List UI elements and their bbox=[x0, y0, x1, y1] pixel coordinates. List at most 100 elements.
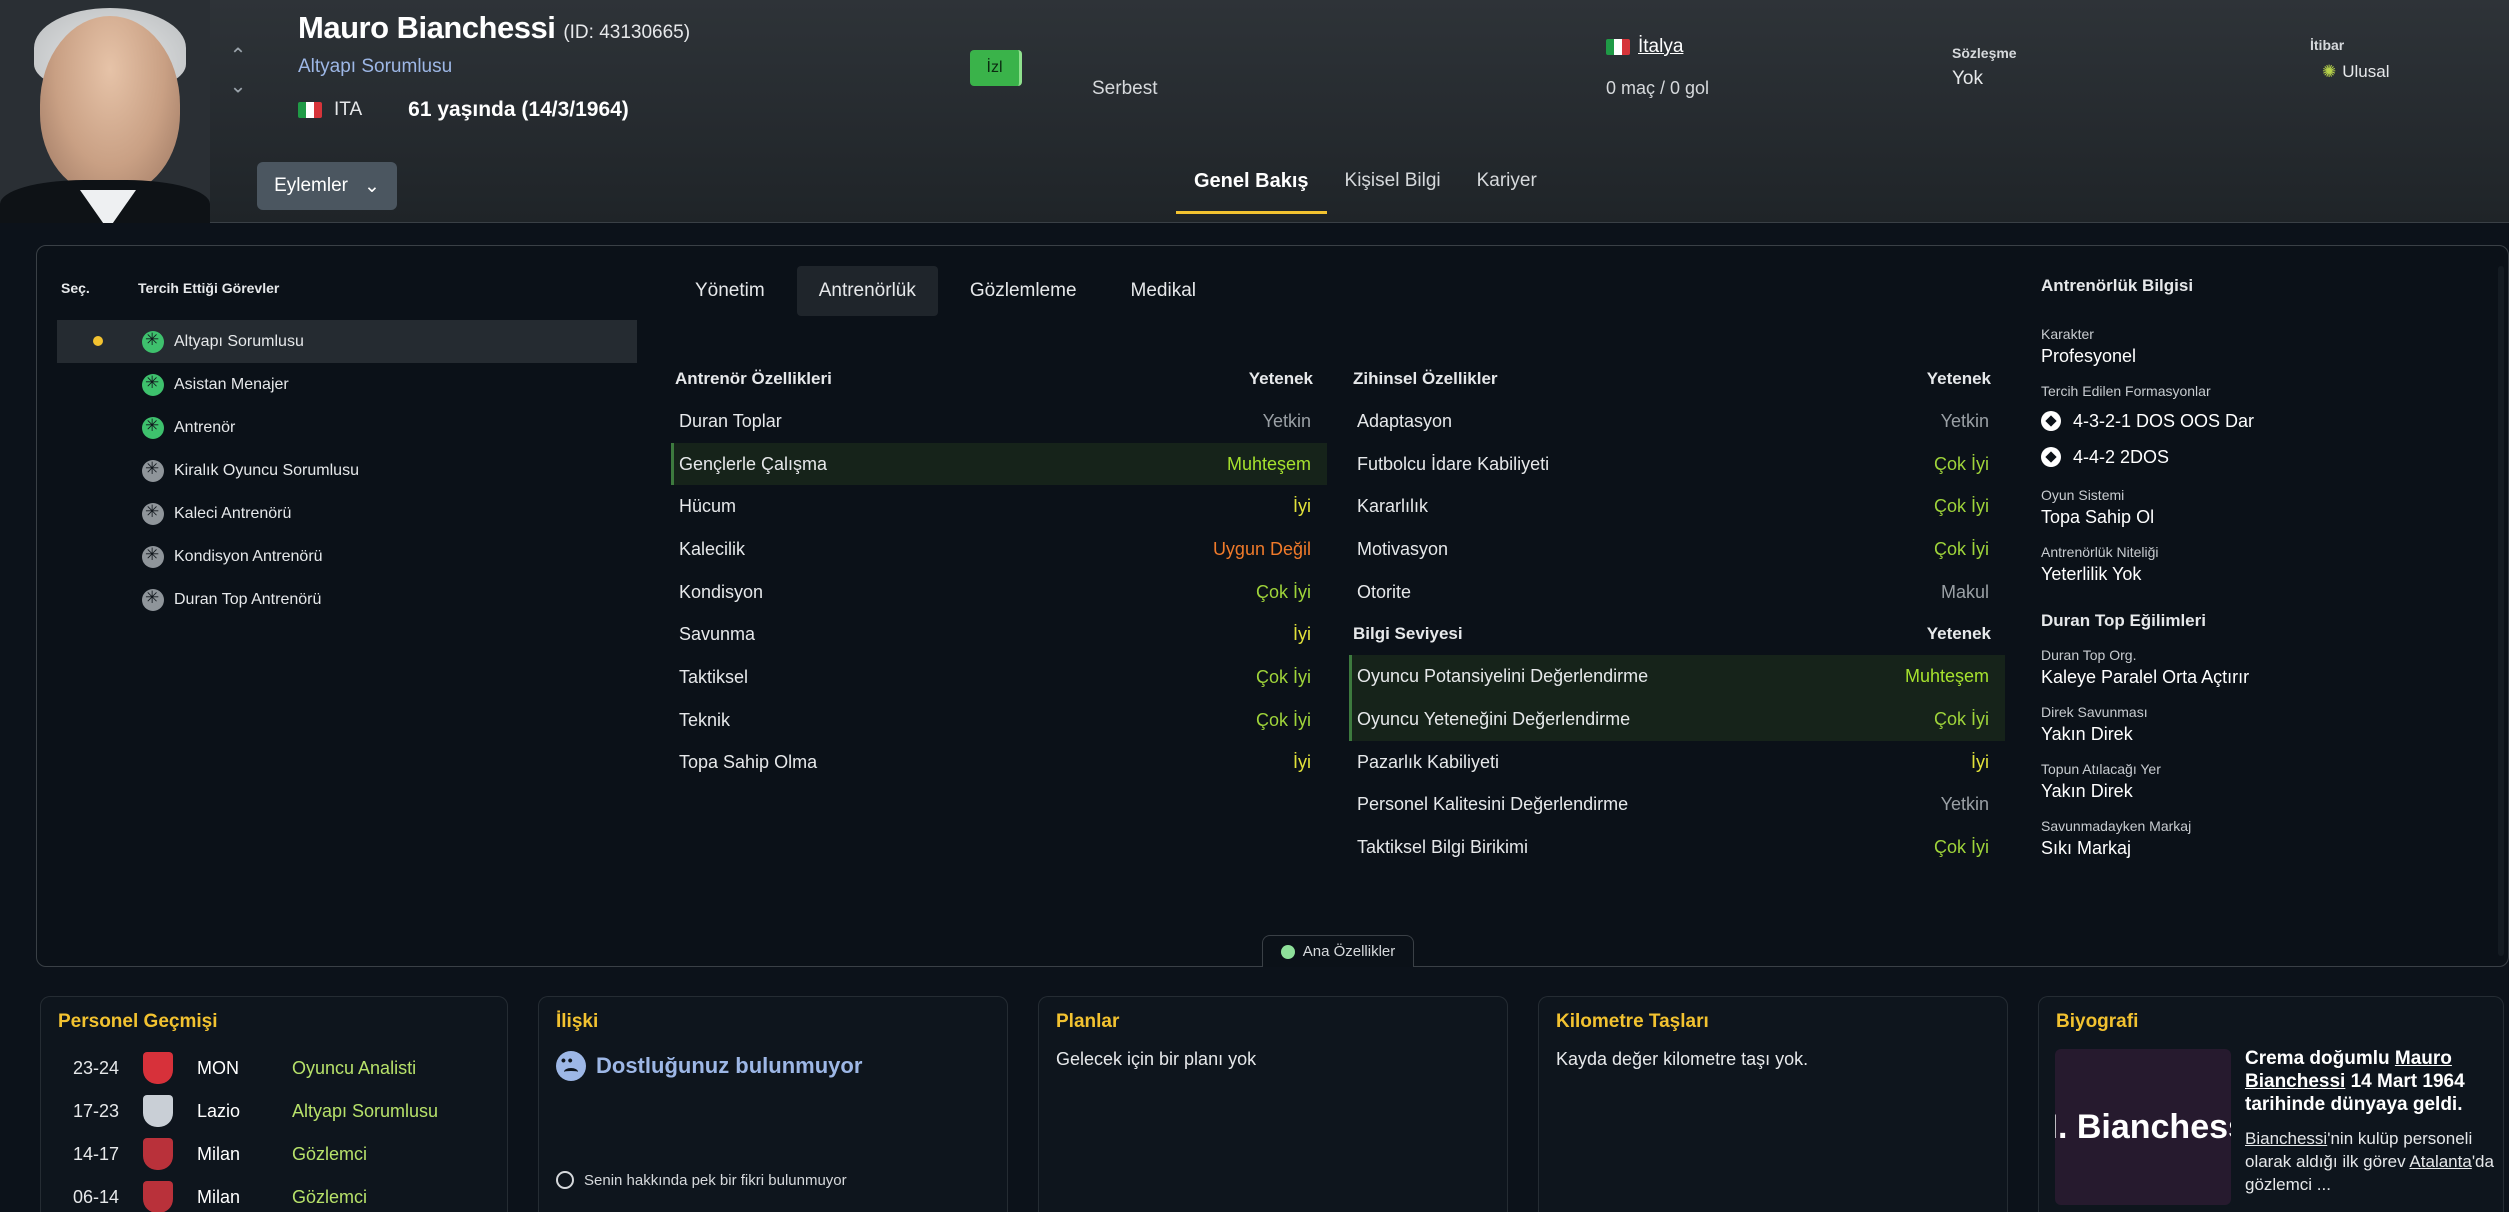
attribute-label: Savunma bbox=[679, 624, 756, 645]
biography-body: Bianchessi'nin kulüp personeli olarak al… bbox=[2245, 1129, 2494, 1194]
attribute-label: Oyuncu Potansiyelini Değerlendirme bbox=[1357, 666, 1649, 687]
attribute-row[interactable]: Kalecilik Uygun Değil bbox=[671, 528, 1327, 571]
relationship-title[interactable]: İlişki bbox=[556, 1011, 598, 1033]
attribute-label: Hücum bbox=[679, 496, 737, 517]
subtab-management[interactable]: Yönetim bbox=[673, 266, 787, 316]
chevron-up-icon[interactable]: ⌃ bbox=[228, 40, 248, 70]
biography-title[interactable]: Biyografi bbox=[2056, 1011, 2138, 1033]
formation-item[interactable]: 4-3-2-1 DOS OOS Dar bbox=[2041, 407, 2481, 435]
staff-id: (ID: 43130665) bbox=[563, 22, 691, 43]
staff-role-link[interactable]: Altyapı Sorumlusu bbox=[298, 56, 452, 78]
duty-role-icon bbox=[142, 502, 164, 525]
duty-role-icon bbox=[142, 459, 164, 482]
reputation-label: İtibar bbox=[2310, 37, 2345, 53]
play-system-value: Topa Sahip Ol bbox=[2041, 507, 2155, 527]
italy-flag-icon bbox=[1606, 39, 1630, 55]
history-role: Oyuncu Analisti bbox=[292, 1057, 417, 1078]
attribute-row[interactable]: Gençlerle Çalışma Muhteşem bbox=[671, 442, 1327, 486]
history-years: 17-23 bbox=[73, 1100, 120, 1121]
italy-flag-icon bbox=[298, 102, 322, 118]
duties-list: Altyapı Sorumlusu Asistan Menajer Antrenör… bbox=[57, 320, 637, 621]
attribute-row[interactable]: Taktiksel Bilgi Birikimi Çok İyi bbox=[1349, 826, 2005, 869]
attribute-row[interactable]: Kararlılık Çok İyi bbox=[1349, 485, 2005, 528]
key-attributes-icon bbox=[1280, 944, 1295, 959]
history-years: 14-17 bbox=[73, 1143, 120, 1164]
actions-button[interactable]: Eylemler ⌄ bbox=[257, 162, 397, 210]
attribute-row[interactable]: Kondisyon Çok İyi bbox=[671, 571, 1327, 614]
club-link[interactable]: Atalanta bbox=[2409, 1152, 2471, 1171]
history-club[interactable]: Lazio bbox=[197, 1101, 292, 1122]
attribute-row[interactable]: Topa Sahip Olma İyi bbox=[671, 742, 1327, 785]
history-club[interactable]: MON bbox=[197, 1058, 292, 1079]
milestones-text: Kayda değer kilometre taşı yok. bbox=[1556, 1049, 1809, 1069]
duty-label: Altyapı Sorumlusu bbox=[174, 332, 304, 350]
duty-row[interactable]: Kondisyon Antrenörü bbox=[57, 535, 637, 578]
plans-title[interactable]: Planlar bbox=[1056, 1011, 1119, 1033]
country-name: İtalya bbox=[1638, 36, 1684, 57]
setpiece-title: Duran Top Eğilimleri bbox=[2041, 611, 2206, 630]
attribute-label: Futbolcu İdare Kabiliyeti bbox=[1357, 453, 1550, 474]
duty-row[interactable]: Antrenör bbox=[57, 406, 637, 449]
plans-card: Planlar Gelecek için bir planı yok bbox=[1038, 996, 1508, 1212]
setpiece-label: Topun Atılacağı Yer bbox=[2041, 761, 2161, 777]
attribute-row[interactable]: Oyuncu Potansiyelini Değerlendirme Muhteş… bbox=[1349, 655, 2005, 699]
biography-card: Biyografi M. Bianchessi Crema doğumlu Ma… bbox=[2038, 996, 2504, 1212]
attribute-row[interactable]: Futbolcu İdare Kabiliyeti Çok İyi bbox=[1349, 443, 2005, 486]
duty-row[interactable]: Kaleci Antrenörü bbox=[57, 492, 637, 535]
tab-overview[interactable]: Genel Bakış bbox=[1176, 160, 1327, 214]
duty-role-icon bbox=[142, 588, 164, 611]
employment-status: Serbest bbox=[1092, 78, 1158, 99]
attribute-row[interactable]: Otorite Makul bbox=[1349, 571, 2005, 614]
select-dot[interactable] bbox=[57, 333, 129, 351]
attribute-label: Taktiksel Bilgi Birikimi bbox=[1357, 837, 1529, 858]
attribute-row[interactable]: Oyuncu Yeteneğini Değerlendirme Çok İyi bbox=[1349, 698, 2005, 741]
plans-text: Gelecek için bir planı yok bbox=[1056, 1049, 1257, 1069]
duty-row[interactable]: Altyapı Sorumlusu bbox=[57, 320, 637, 363]
country-link[interactable]: İtalya bbox=[1606, 36, 1683, 58]
attribute-row[interactable]: Motivasyon Çok İyi bbox=[1349, 528, 2005, 571]
attribute-row[interactable]: Savunma İyi bbox=[671, 613, 1327, 656]
attribute-row[interactable]: Taktiksel Çok İyi bbox=[671, 656, 1327, 699]
club-crest-icon bbox=[143, 1138, 173, 1170]
duty-row[interactable]: Duran Top Antrenörü bbox=[57, 578, 637, 621]
tab-career[interactable]: Kariyer bbox=[1459, 160, 1555, 214]
attribute-row[interactable]: Pazarlık Kabiliyeti İyi bbox=[1349, 741, 2005, 784]
milestones-title[interactable]: Kilometre Taşları bbox=[1556, 1011, 1709, 1033]
info-scrollbar[interactable] bbox=[2498, 266, 2504, 956]
history-row[interactable]: 17-23 Lazio Altyapı Sorumlusu bbox=[73, 1095, 438, 1127]
attribute-row[interactable]: Teknik Çok İyi bbox=[671, 699, 1327, 742]
attribute-value: Çok İyi bbox=[1255, 709, 1311, 730]
history-row[interactable]: 23-24 MON Oyuncu Analisti bbox=[73, 1052, 417, 1084]
staff-name-link[interactable]: Bianchessi bbox=[2245, 1129, 2327, 1148]
history-club[interactable]: Milan bbox=[197, 1144, 292, 1165]
history-club[interactable]: Milan bbox=[197, 1187, 292, 1208]
follow-button[interactable]: İzl bbox=[970, 50, 1022, 86]
formation-item[interactable]: 4-4-2 2DOS bbox=[2041, 443, 2481, 471]
attribute-label: Taktiksel bbox=[679, 666, 749, 687]
subtab-medical[interactable]: Medikal bbox=[1109, 266, 1218, 316]
attribute-row[interactable]: Adaptasyon Yetkin bbox=[1349, 400, 2005, 443]
attribute-row[interactable]: Hücum İyi bbox=[671, 485, 1327, 528]
setpiece-value: Yakın Direk bbox=[2041, 781, 2133, 801]
history-row[interactable]: 14-17 Milan Gözlemci bbox=[73, 1138, 367, 1170]
duty-role-icon bbox=[142, 545, 164, 568]
nationality-row: ITA 61 yaşında (14/3/1964) bbox=[298, 98, 629, 122]
chevron-down-icon[interactable]: ⌃ bbox=[228, 70, 248, 100]
duty-role-icon bbox=[142, 330, 164, 353]
subtab-scouting[interactable]: Gözlemleme bbox=[948, 266, 1099, 316]
tab-personal-info[interactable]: Kişisel Bilgi bbox=[1327, 160, 1459, 214]
history-row[interactable]: 06-14 Milan Gözlemci bbox=[73, 1181, 367, 1212]
attribute-label: Otorite bbox=[1357, 581, 1412, 602]
duty-row[interactable]: Asistan Menajer bbox=[57, 363, 637, 406]
attribute-row[interactable]: Personel Kalitesini Değerlendirme Yetkin bbox=[1349, 784, 2005, 827]
attribute-value: İyi bbox=[1971, 751, 1989, 772]
staff-photo bbox=[0, 0, 210, 223]
duty-row[interactable]: Kiralık Oyuncu Sorumlusu bbox=[57, 449, 637, 492]
key-attributes-toggle[interactable]: Ana Özellikler bbox=[1262, 935, 1414, 967]
staff-history-title[interactable]: Personel Geçmişi bbox=[58, 1011, 217, 1033]
setpiece-value: Sıkı Markaj bbox=[2041, 838, 2132, 858]
subtab-coaching[interactable]: Antrenörlük bbox=[796, 266, 938, 316]
coaching-info-title: Antrenörlük Bilgisi bbox=[2041, 276, 2194, 295]
attribute-row[interactable]: Duran Toplar Yetkin bbox=[671, 400, 1327, 443]
attribute-value: Muhteşem bbox=[1904, 666, 1989, 687]
